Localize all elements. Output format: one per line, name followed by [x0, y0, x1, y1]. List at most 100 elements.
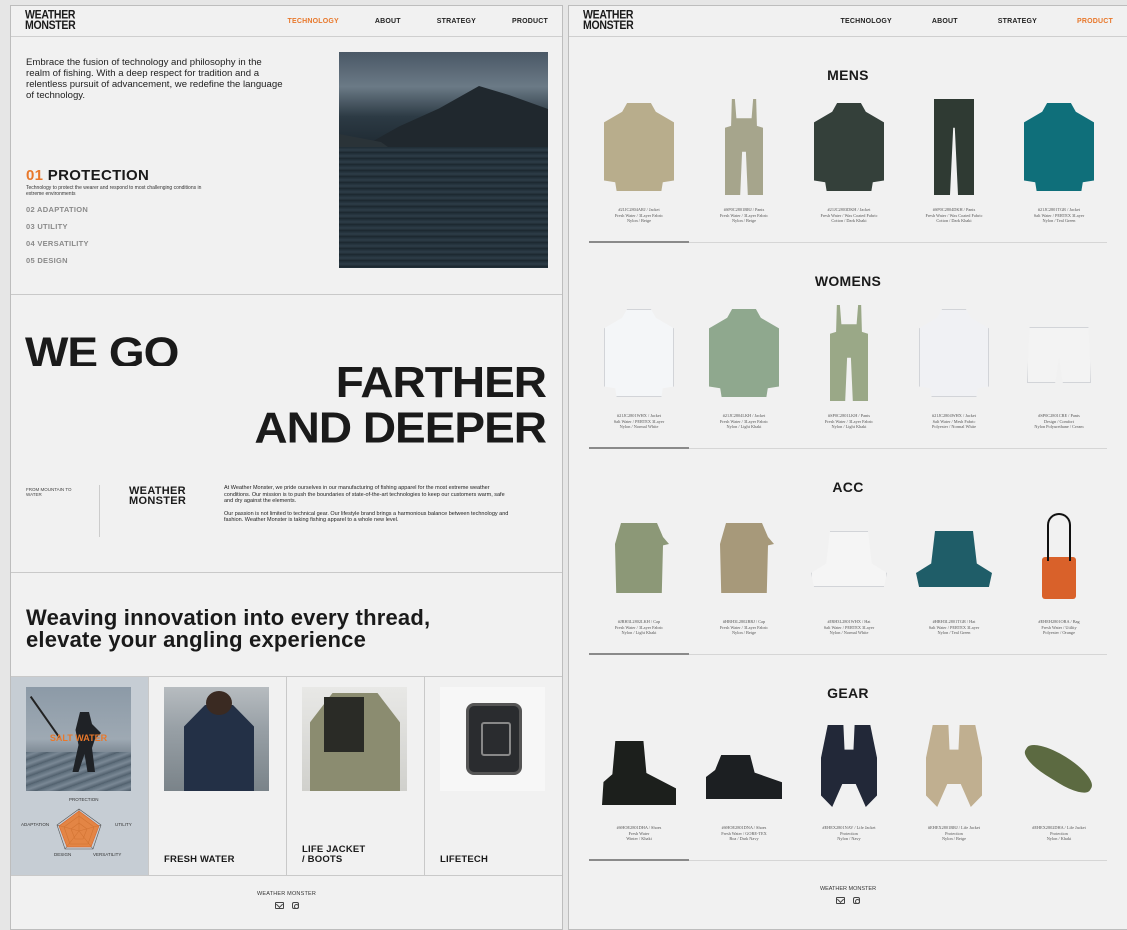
fresh-water-photo — [164, 687, 269, 791]
product-caption-line: Winter / Khaki — [626, 836, 652, 842]
card-fresh-water-label: FRESH WATER — [164, 854, 235, 865]
product-card[interactable]: #SHOE2801DNA / Shoes Fresh Water / GORE-T… — [694, 715, 794, 842]
product-image[interactable] — [1009, 715, 1109, 815]
product-caption: #SHOE2801DNA / Shoes Fresh Water / GORE-T… — [694, 825, 794, 842]
mail-icon[interactable] — [836, 897, 845, 904]
product-caption-line: Nylon / Normal White — [619, 424, 659, 430]
footer: WEATHER MONSTER — [11, 876, 562, 909]
product-caption: #21JC2804LKH / Jacket Fresh Water / 3Laye… — [694, 413, 794, 430]
nav-about[interactable]: ABOUT — [932, 18, 958, 25]
product-image[interactable] — [799, 303, 899, 403]
mail-icon[interactable] — [274, 902, 284, 909]
product-image[interactable] — [589, 97, 689, 197]
product-caption-line: Nylon / Teal Green — [1042, 218, 1076, 224]
product-card[interactable]: #EHEX2802DHA / Life Jacket Protection Nylo… — [1009, 715, 1109, 842]
tech-item-utility[interactable]: 03 UTILITY — [26, 222, 206, 231]
product-caption-line: Polyester / Orange — [1043, 630, 1075, 636]
product-image[interactable] — [589, 509, 689, 609]
product-image[interactable] — [904, 303, 1004, 403]
product-image[interactable] — [1009, 303, 1109, 403]
tech-item-versatility[interactable]: 04 VERSATILITY — [26, 239, 206, 248]
product-image[interactable] — [1009, 97, 1109, 197]
product-card[interactable]: #21JC2804ARJ / Jacket Fresh Water / 3Laye… — [589, 97, 689, 224]
product-caption-line: Nylon / Light Khaki — [621, 630, 657, 636]
product-caption: #HRH3L2801TGR / Hat Salt Water / PERTEX 3… — [904, 619, 1004, 636]
product-caption-line: Nylon / Teal Green — [937, 630, 971, 636]
product-card[interactable]: #SP0C2801LKH / Pants Fresh Water / 3Layer… — [799, 303, 899, 430]
product-card[interactable]: #EHEX2801NAV / Life Jacket Protection Nylo… — [799, 715, 899, 842]
headline-we-go: WE GO — [25, 331, 179, 366]
tagline-line-1: Weaving innovation into every thread, — [26, 605, 431, 630]
product-card[interactable]: #SHOE2801DHA / Shoes Fresh Water Winter / … — [589, 715, 689, 842]
card-life-jacket-boots[interactable]: LIFE JACKET / BOOTS — [287, 677, 425, 875]
product-image[interactable] — [799, 509, 899, 609]
nav-strategy[interactable]: STRATEGY — [998, 18, 1037, 25]
card-life-jacket-line-2: / BOOTS — [302, 854, 343, 865]
radar-label-design: DESIGN — [54, 852, 72, 857]
product-card[interactable]: #JRH3L2801WHX / Hat Salt Water / PERTEX 3… — [799, 509, 899, 636]
product-card[interactable]: #EHEH2801ORA / Bag Fresh Water / Utility P… — [1009, 509, 1109, 636]
product-caption-line: Nylon / Light Khaki — [726, 424, 762, 430]
radar-label-protection: PROTECTION — [69, 797, 99, 802]
product-image[interactable] — [904, 97, 1004, 197]
product-caption: #21JC2803DKH / Jacket Fresh Water / Wax C… — [799, 207, 899, 224]
brand-name: WEATHER MONSTER — [129, 486, 187, 507]
product-image[interactable] — [694, 715, 794, 815]
social-icons — [11, 902, 562, 909]
product-card[interactable]: #EHEX2801BRJ / Life Jacket Protection Nylo… — [904, 715, 1004, 842]
product-caption: #EHEX2801BRJ / Life Jacket Protection Nylo… — [904, 825, 1004, 842]
category-title: ACC — [832, 479, 864, 495]
tagline-section: Weaving innovation into every thread, el… — [11, 573, 562, 677]
card-fresh-water[interactable]: FRESH WATER — [149, 677, 287, 875]
product-caption: #SP0C2804DKH / Pants Fresh Water / Wax Co… — [904, 207, 1004, 224]
nav-about[interactable]: ABOUT — [375, 18, 401, 25]
product-card[interactable]: #SP0C2804DKH / Pants Fresh Water / Wax Co… — [904, 97, 1004, 224]
product-card[interactable]: #HRH3L2802BRJ / Cap Fresh Water / 3Layer … — [694, 509, 794, 636]
nav-strategy[interactable]: STRATEGY — [437, 18, 476, 25]
category-title: MENS — [827, 67, 869, 83]
tech-item-protection[interactable]: 01 PROTECTION — [26, 167, 206, 184]
product-card[interactable]: #21JC2804LKH / Jacket Fresh Water / 3Laye… — [694, 303, 794, 430]
product-card[interactable]: #SP0C2801BRJ / Pants Fresh Water / 3Layer… — [694, 97, 794, 224]
instagram-icon[interactable] — [853, 897, 860, 904]
nav-technology[interactable]: TECHNOLOGY — [841, 18, 892, 25]
salt-water-photo: SALT WATER — [26, 687, 131, 791]
card-salt-water[interactable]: SALT WATER PROTECTION ADAPTATION UTILITY… — [11, 677, 149, 875]
product-image[interactable] — [694, 97, 794, 197]
product-image[interactable] — [694, 303, 794, 403]
logo[interactable]: WEATHER MONSTER — [583, 9, 634, 31]
product-image[interactable] — [799, 715, 899, 815]
product-image[interactable] — [589, 715, 689, 815]
divider — [99, 485, 100, 537]
product-image[interactable] — [589, 303, 689, 403]
product-card[interactable]: #JRH3L2802LKH / Cap Fresh Water / 3Layer … — [589, 509, 689, 636]
card-lifetech[interactable]: LIFETECH — [425, 677, 562, 875]
product-card[interactable]: #SP0C2801CRE / Pants Design / Comfort Nylo… — [1009, 303, 1109, 430]
product-image[interactable] — [904, 715, 1004, 815]
tech-item-adaptation[interactable]: 02 ADAPTATION — [26, 205, 206, 214]
nav-product[interactable]: PRODUCT — [1077, 18, 1113, 25]
brand-line-2: MONSTER — [129, 495, 187, 507]
product-image[interactable] — [904, 509, 1004, 609]
product-card[interactable]: #21JC2801WHX / Jacket Salt Water / PERTEX… — [589, 303, 689, 430]
nav-technology[interactable]: TECHNOLOGY — [288, 18, 339, 25]
product-caption: #SP0C2801LKH / Pants Fresh Water / 3Layer… — [799, 413, 899, 430]
product-caption-line: Nylon Polyurethane / Cream — [1034, 424, 1084, 430]
nav-product[interactable]: PRODUCT — [512, 18, 548, 25]
logo[interactable]: WEATHER MONSTER — [25, 9, 76, 31]
tech-item-design[interactable]: 05 DESIGN — [26, 256, 206, 265]
card-salt-water-label: SALT WATER — [49, 733, 108, 743]
product-card[interactable]: #21JC2801TGR / Jacket Salt Water / PERTEX… — [1009, 97, 1109, 224]
product-card[interactable]: #21JC2804WHX / Jacket Salt Water / Mesh F… — [904, 303, 1004, 430]
product-image[interactable] — [799, 97, 899, 197]
radar-label-versatility: VERSATILITY — [93, 852, 122, 857]
product-caption-line: Nylon / Navy — [837, 836, 861, 842]
product-card[interactable]: #HRH3L2801TGR / Hat Salt Water / PERTEX 3… — [904, 509, 1004, 636]
product-image[interactable] — [694, 509, 794, 609]
product-image[interactable] — [1009, 509, 1109, 609]
radar-label-adaptation: ADAPTATION — [21, 822, 50, 827]
product-card[interactable]: #21JC2803DKH / Jacket Fresh Water / Wax C… — [799, 97, 899, 224]
instagram-icon[interactable] — [291, 902, 299, 909]
from-mountain-text: FROM MOUNTAIN TO WATER — [26, 487, 72, 497]
product-caption: #SP0C2801CRE / Pants Design / Comfort Nylo… — [1009, 413, 1109, 430]
